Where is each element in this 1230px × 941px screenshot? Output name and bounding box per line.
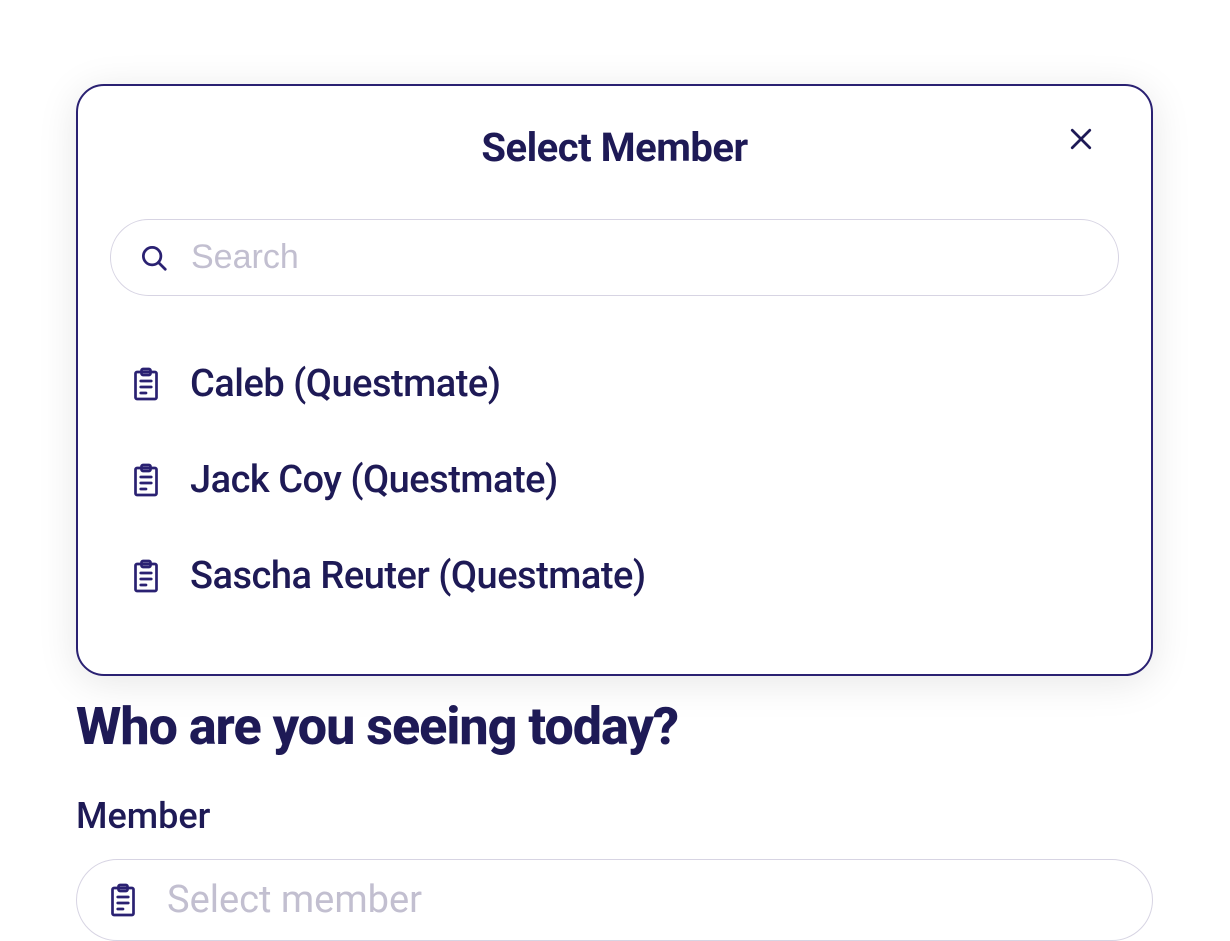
modal-title: Select Member [481,124,747,171]
member-name: Sascha Reuter (Questmate) [190,554,646,598]
modal-header: Select Member [110,124,1119,171]
clipboard-icon [128,558,164,594]
page-heading: Who are you seeing today? [76,696,1153,757]
close-icon [1066,124,1096,157]
member-item[interactable]: Caleb (Questmate) [128,336,1119,432]
search-field[interactable] [110,219,1119,296]
clipboard-icon [105,882,141,918]
member-item[interactable]: Jack Coy (Questmate) [128,432,1119,528]
search-icon [139,243,169,273]
member-select-field[interactable]: Select member [76,859,1153,941]
member-field-label: Member [76,795,1153,837]
search-input[interactable] [191,238,1090,277]
close-button[interactable] [1061,120,1101,160]
clipboard-icon [128,462,164,498]
member-list: Caleb (Questmate) Jack Coy (Questmate) [110,336,1119,624]
member-name: Caleb (Questmate) [190,362,501,406]
member-name: Jack Coy (Questmate) [190,458,558,502]
member-select-placeholder: Select member [167,878,422,922]
page-content: Who are you seeing today? Member Select … [76,696,1153,941]
select-member-modal: Select Member [76,84,1153,676]
member-item[interactable]: Sascha Reuter (Questmate) [128,528,1119,624]
clipboard-icon [128,366,164,402]
